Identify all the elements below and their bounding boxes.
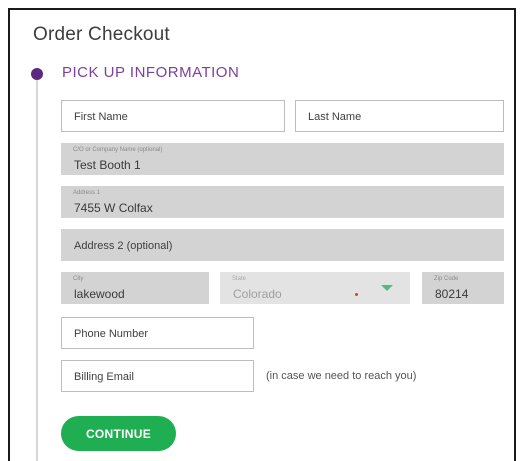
company-name-field[interactable]: C/O or Company Name (optional) Test Boot… [61,143,504,175]
first-name-placeholder: First Name [74,111,128,123]
step-timeline-line [36,80,38,461]
zip-code-value: 80214 [435,287,469,301]
company-name-label: C/O or Company Name (optional) [73,147,163,153]
continue-button[interactable]: CONTINUE [61,416,176,451]
address1-field[interactable]: Address 1 7455 W Colfax [61,186,504,218]
page-title: Order Checkout [33,24,170,45]
state-value: Colorado [233,287,282,301]
state-label: State [232,276,247,282]
address2-field[interactable]: Address 2 (optional) [61,229,504,261]
zip-code-field[interactable]: Zip Code 80214 [422,272,504,304]
address1-label: Address 1 [73,190,101,196]
address2-placeholder: Address 2 (optional) [74,240,173,252]
billing-email-hint: (in case we need to reach you) [266,370,417,382]
city-value: lakewood [74,287,125,301]
chevron-down-icon[interactable] [381,285,393,291]
first-name-field[interactable]: First Name [61,100,285,132]
phone-number-placeholder: Phone Number [74,328,148,340]
city-field[interactable]: City lakewood [61,272,209,304]
company-name-value: Test Booth 1 [74,158,141,172]
step-dot-icon [31,68,43,80]
address1-value: 7455 W Colfax [74,201,153,215]
required-marker [355,293,358,296]
last-name-placeholder: Last Name [308,111,362,123]
state-select[interactable]: State Colorado [220,272,410,304]
billing-email-field[interactable]: Billing Email [61,360,254,392]
billing-email-placeholder: Billing Email [74,371,134,383]
phone-number-field[interactable]: Phone Number [61,317,254,349]
last-name-field[interactable]: Last Name [295,100,504,132]
zip-code-label: Zip Code [434,276,459,282]
city-label: City [73,276,84,282]
section-title: PICK UP INFORMATION [62,64,240,81]
